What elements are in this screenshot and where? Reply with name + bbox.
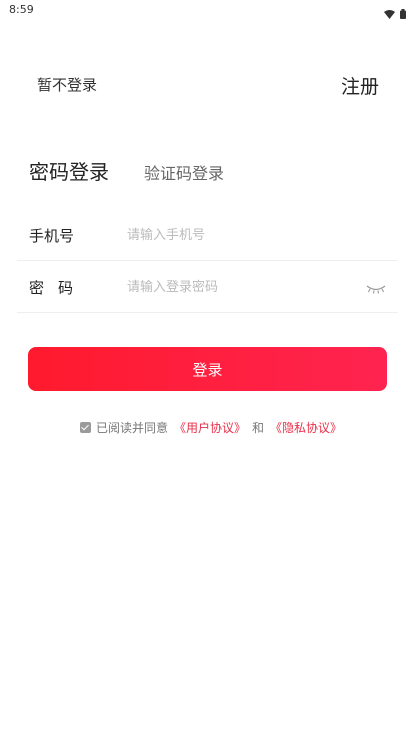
wifi-icon <box>384 4 395 23</box>
skip-login-button[interactable]: 暂不登录 <box>37 74 97 95</box>
tab-code-login[interactable]: 验证码登录 <box>144 160 224 184</box>
phone-input[interactable] <box>127 221 357 249</box>
register-button[interactable]: 注册 <box>341 72 379 99</box>
login-button[interactable]: 登录 <box>28 347 387 391</box>
password-input[interactable] <box>127 273 357 301</box>
battery-icon <box>400 4 406 23</box>
agreement-row: 已阅读并同意 《用户协议》 和 《隐私协议》 <box>80 419 342 436</box>
password-row: 密码 <box>17 261 398 313</box>
agreement-prefix: 已阅读并同意 <box>96 421 169 435</box>
privacy-policy-link[interactable]: 《隐私协议》 <box>270 419 342 436</box>
agreement-and: 和 <box>252 421 265 435</box>
tab-password-login[interactable]: 密码登录 <box>29 156 109 185</box>
agreement-checkbox[interactable] <box>80 422 91 433</box>
password-label: 密码 <box>29 279 88 297</box>
eye-closed-icon[interactable] <box>366 279 386 298</box>
status-bar: 8:59 <box>0 0 415 20</box>
user-agreement-link[interactable]: 《用户协议》 <box>174 419 246 436</box>
status-icons <box>384 4 406 23</box>
phone-row: 手机号 <box>17 209 398 261</box>
phone-label: 手机号 <box>29 227 75 245</box>
status-time: 8:59 <box>9 3 34 16</box>
